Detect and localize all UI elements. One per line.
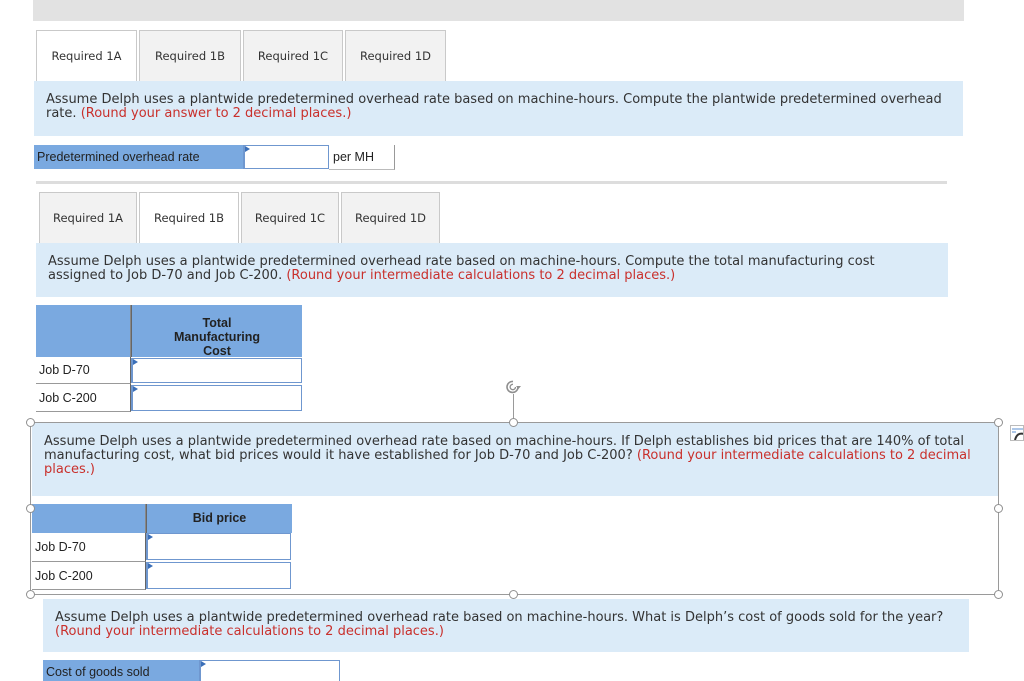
resize-handle-bottom-right[interactable] bbox=[994, 590, 1003, 599]
field-label-predetermined-overhead-rate: Predetermined overhead rate bbox=[34, 145, 243, 169]
tab-required-1a[interactable]: Required 1A bbox=[36, 30, 137, 81]
section-divider bbox=[36, 181, 947, 184]
prompt-text: Assume Delph uses a plantwide predetermi… bbox=[55, 610, 944, 625]
question-prompt-1c: Assume Delph uses a plantwide predetermi… bbox=[32, 423, 998, 496]
cost-of-goods-sold-input[interactable] bbox=[199, 660, 340, 681]
row-label-job-c200: Job C-200 bbox=[32, 562, 146, 590]
resize-handle-bottom-middle[interactable] bbox=[509, 590, 518, 599]
resize-handle-top-right[interactable] bbox=[994, 418, 1003, 427]
job-d70-bid-price-input[interactable] bbox=[146, 533, 291, 560]
question-prompt-1d: Assume Delph uses a plantwide predetermi… bbox=[43, 599, 969, 652]
job-c200-total-cost-input[interactable] bbox=[131, 385, 302, 411]
question-prompt-1a: Assume Delph uses a plantwide predetermi… bbox=[34, 81, 963, 136]
resize-handle-bottom-left[interactable] bbox=[26, 590, 35, 599]
tab-required-1a[interactable]: Required 1A bbox=[39, 192, 137, 243]
column-header-bid-price: Bid price bbox=[146, 504, 292, 533]
top-bar bbox=[33, 0, 964, 21]
table-header-blank bbox=[32, 504, 146, 533]
tab-required-1d[interactable]: Required 1D bbox=[345, 30, 446, 81]
rounding-note: (Round your intermediate calculations to… bbox=[55, 624, 444, 639]
row-label-job-d70: Job D-70 bbox=[36, 357, 131, 384]
job-d70-total-cost-input[interactable] bbox=[131, 358, 302, 383]
predetermined-overhead-rate-input[interactable] bbox=[243, 145, 329, 169]
table-header-blank bbox=[36, 305, 131, 357]
layout-options-icon[interactable] bbox=[1010, 425, 1024, 441]
rounding-note: (Round your intermediate calculations to… bbox=[286, 268, 676, 283]
tab-required-1c[interactable]: Required 1C bbox=[243, 30, 343, 81]
rotate-handle-icon[interactable] bbox=[504, 378, 522, 396]
resize-handle-middle-right[interactable] bbox=[994, 504, 1003, 513]
resize-handle-top-middle[interactable] bbox=[509, 418, 518, 427]
resize-handle-middle-left[interactable] bbox=[26, 504, 35, 513]
rounding-note: (Round your answer to 2 decimal places.) bbox=[80, 106, 352, 121]
unit-label: per MH bbox=[329, 145, 395, 170]
tab-required-1b[interactable]: Required 1B bbox=[139, 192, 239, 243]
row-label-job-d70: Job D-70 bbox=[32, 533, 146, 562]
job-c200-bid-price-input[interactable] bbox=[146, 562, 291, 589]
tab-required-1b[interactable]: Required 1B bbox=[139, 30, 241, 81]
tab-bar-1a: Required 1A Required 1B Required 1C Requ… bbox=[36, 30, 448, 81]
tab-required-1c[interactable]: Required 1C bbox=[241, 192, 339, 243]
field-label-cost-of-goods-sold: Cost of goods sold bbox=[43, 660, 199, 681]
row-label-job-c200: Job C-200 bbox=[36, 384, 131, 412]
tab-bar-1b: Required 1A Required 1B Required 1C Requ… bbox=[39, 192, 442, 243]
tab-required-1d[interactable]: Required 1D bbox=[341, 192, 440, 243]
column-header-total-manufacturing-cost: Total Manufacturing Cost bbox=[131, 305, 302, 358]
resize-handle-top-left[interactable] bbox=[26, 418, 35, 427]
question-prompt-1b: Assume Delph uses a plantwide predetermi… bbox=[36, 243, 948, 297]
